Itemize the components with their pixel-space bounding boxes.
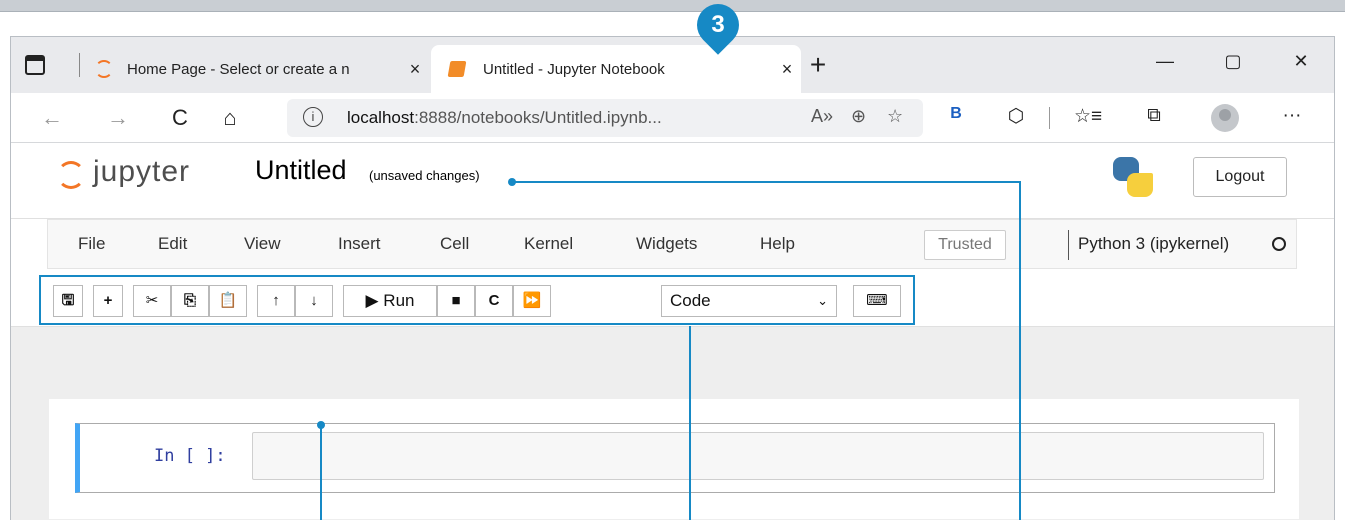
menu-bar: File Edit View Insert Cell Kernel Widget…: [11, 219, 1334, 269]
insert-cell-button[interactable]: +: [93, 285, 123, 317]
more-options-icon[interactable]: ···: [1277, 105, 1307, 127]
close-window-button[interactable]: ✕: [1281, 51, 1321, 72]
kernel-name[interactable]: Python 3 (ipykernel): [1078, 234, 1229, 254]
paste-button[interactable]: 📋: [209, 285, 247, 317]
menu-cell[interactable]: Cell: [440, 234, 469, 254]
kernel-status-icon: [1272, 237, 1286, 251]
callout-line-cell: [320, 425, 322, 520]
chevron-down-icon: ⌄: [817, 293, 828, 308]
cell-prompt: In [ ]:: [154, 446, 226, 466]
menu-bar-container: File Edit View Insert Cell Kernel Widget…: [47, 219, 1297, 269]
home-icon[interactable]: ⌂: [215, 105, 245, 131]
cut-button[interactable]: ✂: [133, 285, 171, 317]
menu-insert[interactable]: Insert: [338, 234, 381, 254]
tab-title: Untitled - Jupyter Notebook: [483, 60, 665, 78]
jupyter-logo-text[interactable]: jupyter: [93, 155, 190, 189]
tab-actions-icon[interactable]: [25, 55, 45, 75]
menu-help[interactable]: Help: [760, 234, 795, 254]
notebook-container: In [ ]:: [49, 399, 1299, 519]
kernel-separator: [1068, 230, 1069, 260]
back-icon[interactable]: ←: [37, 105, 67, 131]
move-down-button[interactable]: ↓: [295, 285, 333, 317]
favorites-icon[interactable]: ☆≡: [1073, 105, 1103, 128]
jupyter-logo-icon[interactable]: [57, 161, 85, 189]
tab-close-button[interactable]: ×: [773, 59, 801, 80]
refresh-icon[interactable]: C: [165, 105, 195, 131]
url-host: localhost: [347, 108, 415, 127]
top-decorative-strip: [0, 0, 1345, 12]
tab-title: Home Page - Select or create a n: [127, 60, 350, 78]
minimize-button[interactable]: —: [1145, 51, 1185, 72]
run-button[interactable]: ▶ Run: [343, 285, 437, 317]
restart-button[interactable]: C: [475, 285, 513, 317]
tab-separator: [79, 53, 80, 77]
screenshot-stage: Home Page - Select or create a n × Untit…: [0, 0, 1345, 520]
save-button[interactable]: 🖫: [53, 285, 83, 317]
menu-widgets[interactable]: Widgets: [636, 234, 697, 254]
code-input-area[interactable]: [252, 432, 1264, 480]
url-path: :8888/notebooks/Untitled.ipynb...: [414, 108, 662, 127]
toolbar-highlight-frame: 🖫 + ✂ ⎘ 📋 ↑ ↓ ▶ Run ■ C ⏩ Code ⌄ ⌨: [39, 275, 915, 325]
save-status: (unsaved changes): [369, 168, 480, 183]
trusted-indicator[interactable]: Trusted: [924, 230, 1006, 260]
add-favorite-icon[interactable]: ☆: [887, 106, 903, 127]
callout-line-status: [512, 181, 1020, 183]
address-row: ← → C ⌂ i localhost:8888/notebooks/Untit…: [11, 93, 1334, 143]
toolbar-separator: [1049, 107, 1050, 129]
tab-untitled-notebook[interactable]: Untitled - Jupyter Notebook ×: [431, 45, 801, 93]
logout-button[interactable]: Logout: [1193, 157, 1287, 197]
callout-line-status-vertical: [1019, 181, 1021, 520]
python-logo-icon: [1113, 157, 1153, 197]
move-up-button[interactable]: ↑: [257, 285, 295, 317]
menu-file[interactable]: File: [78, 234, 105, 254]
interrupt-button[interactable]: ■: [437, 285, 475, 317]
code-cell[interactable]: In [ ]:: [75, 423, 1275, 493]
extensions-icon[interactable]: ⬡: [1001, 105, 1031, 128]
copy-button[interactable]: ⎘: [171, 285, 209, 317]
maximize-button[interactable]: ▢: [1213, 51, 1253, 72]
cell-type-select[interactable]: Code ⌄: [661, 285, 837, 317]
tab-close-button[interactable]: ×: [401, 59, 429, 80]
collections-icon[interactable]: ⧉: [1139, 105, 1169, 127]
zoom-icon[interactable]: ⊕: [851, 106, 866, 127]
callout-line-toolbar: [689, 326, 691, 520]
menu-edit[interactable]: Edit: [158, 234, 187, 254]
menu-kernel[interactable]: Kernel: [524, 234, 573, 254]
notebook-toolbar: 🖫 + ✂ ⎘ 📋 ↑ ↓ ▶ Run ■ C ⏩ Code ⌄ ⌨: [11, 269, 1334, 327]
notebook-favicon-icon: [447, 61, 467, 77]
bing-icon[interactable]: B: [941, 105, 971, 123]
browser-window: Home Page - Select or create a n × Untit…: [10, 36, 1335, 520]
jupyter-page: jupyter Untitled (unsaved changes) Logou…: [11, 143, 1334, 520]
run-all-button[interactable]: ⏩: [513, 285, 551, 317]
address-bar[interactable]: i localhost:8888/notebooks/Untitled.ipyn…: [287, 99, 923, 137]
step-number: 3: [711, 11, 725, 38]
notebook-name[interactable]: Untitled: [255, 155, 347, 186]
tab-home-page[interactable]: Home Page - Select or create a n ×: [89, 45, 429, 93]
cell-type-value: Code: [670, 291, 711, 310]
url-text[interactable]: localhost:8888/notebooks/Untitled.ipynb.…: [347, 108, 662, 128]
profile-avatar[interactable]: [1211, 104, 1239, 132]
site-info-icon[interactable]: i: [303, 107, 323, 127]
jupyter-favicon-icon: [95, 60, 113, 78]
keyboard-shortcuts-button[interactable]: ⌨: [853, 285, 901, 317]
read-aloud-icon[interactable]: A»: [811, 106, 833, 127]
menu-view[interactable]: View: [244, 234, 281, 254]
new-tab-button[interactable]: +: [801, 49, 835, 81]
forward-icon[interactable]: →: [103, 105, 133, 131]
tab-strip: Home Page - Select or create a n × Untit…: [11, 37, 1334, 93]
